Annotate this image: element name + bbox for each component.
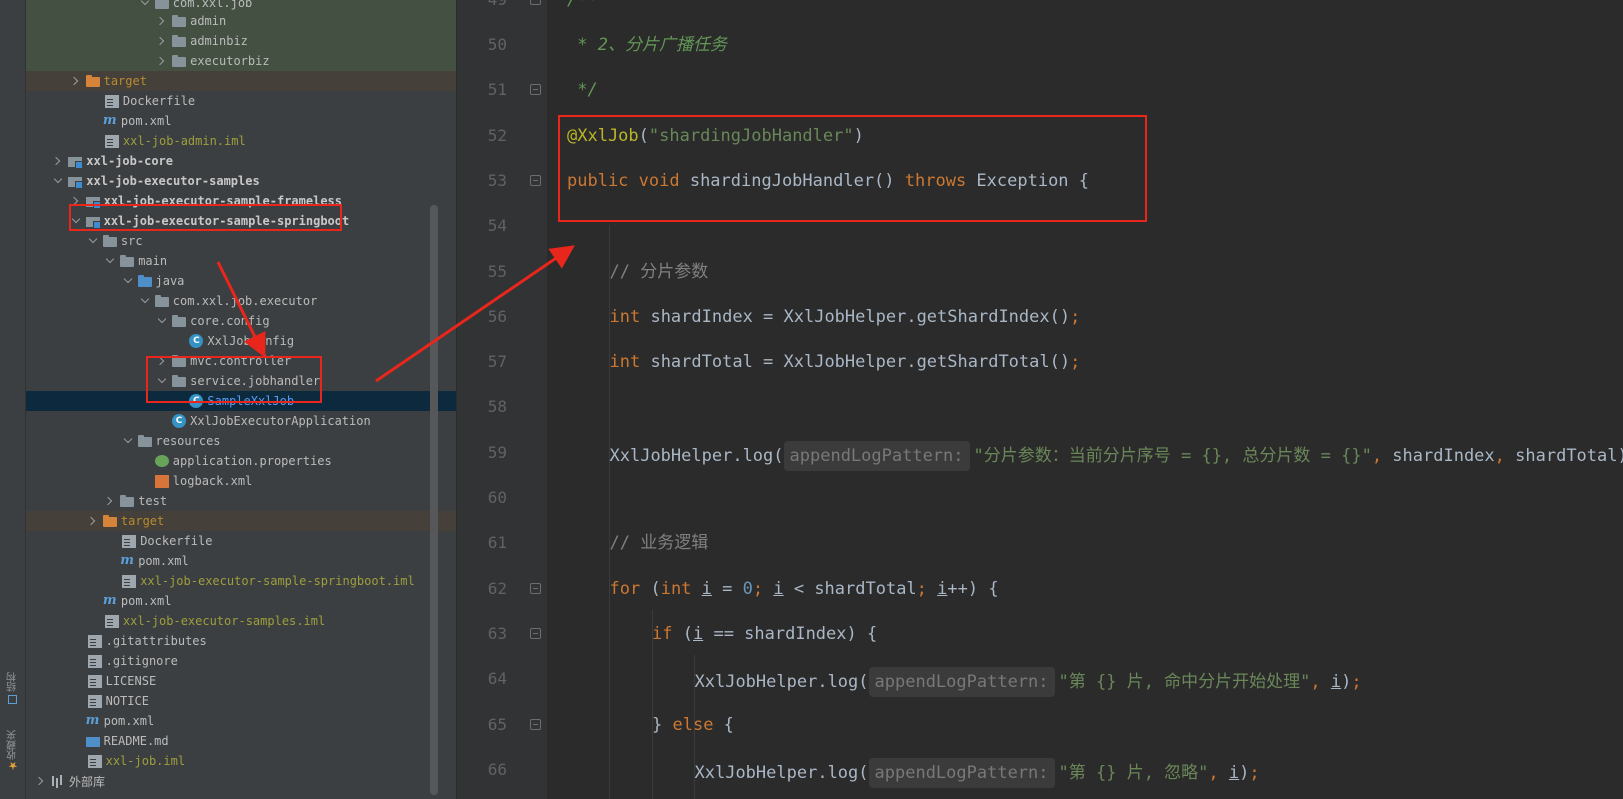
arrow-module-to-package	[216, 261, 266, 358]
annotation-arrows	[216, 245, 575, 383]
arrow-class-to-code	[375, 245, 575, 383]
